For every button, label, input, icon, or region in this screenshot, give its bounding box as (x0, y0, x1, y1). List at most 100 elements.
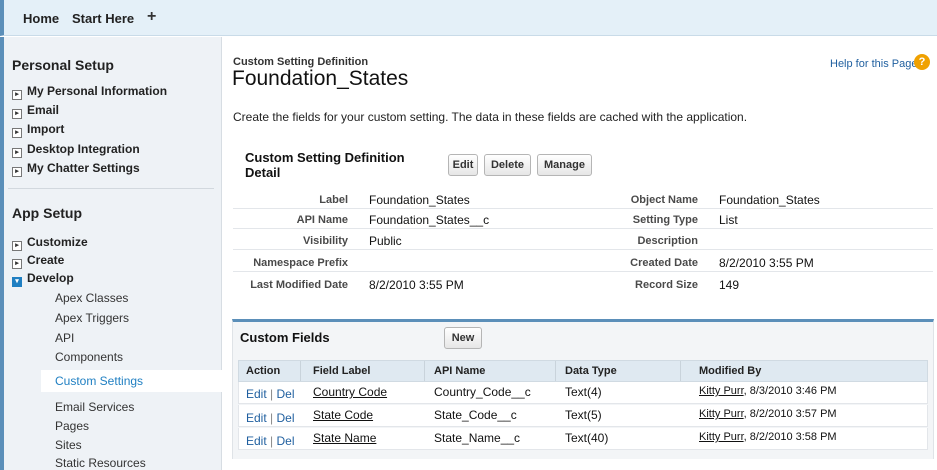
edit-button[interactable]: Edit (448, 154, 478, 176)
modified-by-cell: Kitty Purr, 8/3/2010 3:46 PM (699, 385, 837, 397)
object-name-label: Object Name (630, 194, 698, 206)
delete-link[interactable]: Del (277, 434, 295, 448)
delete-button[interactable]: Delete (484, 154, 531, 176)
edit-link[interactable]: Edit (246, 434, 267, 448)
expand-icon[interactable]: ▸ (12, 167, 22, 177)
sidebar-item-create[interactable]: ▸ Create (12, 253, 64, 269)
collapse-icon[interactable]: ▾ (12, 277, 22, 287)
column-header-action: Action (246, 365, 281, 377)
manage-button[interactable]: Manage (537, 154, 592, 176)
api-name-value: Foundation_States__c (369, 213, 490, 227)
row-divider (233, 228, 933, 229)
modified-by-cell: Kitty Purr, 8/2/2010 3:58 PM (699, 431, 837, 443)
object-name-value: Foundation_States (719, 193, 820, 207)
label-field-value: Foundation_States (369, 193, 470, 207)
sidebar-item-develop[interactable]: ▾ Develop (12, 271, 74, 287)
action-separator: | (270, 387, 274, 401)
column-header-modified-by[interactable]: Modified By (699, 365, 761, 377)
api-name-cell: State_Code__c (434, 408, 517, 422)
expand-icon[interactable]: ▸ (12, 109, 22, 119)
created-date-label: Created Date (630, 257, 698, 269)
expand-icon[interactable]: ▸ (12, 241, 22, 251)
visibility-label: Visibility (302, 235, 348, 247)
data-type-cell: Text(5) (565, 408, 602, 422)
field-label-link[interactable]: State Code (313, 408, 373, 422)
help-link[interactable]: Help for this Page (830, 58, 917, 70)
row-actions: Edit | Del (246, 387, 295, 401)
sidebar-item-customize[interactable]: ▸ Customize (12, 235, 88, 251)
sidebar-subitem-sites[interactable]: Sites (55, 438, 82, 452)
description-label: Description (637, 235, 698, 247)
setting-type-value: List (719, 213, 738, 227)
api-name-cell: Country_Code__c (434, 385, 531, 399)
sidebar-subitem-apex-triggers[interactable]: Apex Triggers (55, 311, 129, 325)
tab-home[interactable]: Home (23, 11, 59, 26)
top-nav-bar: Home Start Here + (0, 0, 937, 36)
column-divider (680, 361, 681, 381)
data-type-cell: Text(40) (565, 431, 609, 445)
add-tab-icon[interactable]: + (147, 8, 156, 26)
sidebar-subitem-pages[interactable]: Pages (55, 419, 89, 433)
sidebar-item-my-chatter-settings[interactable]: ▸ My Chatter Settings (12, 161, 140, 177)
column-header-data-type[interactable]: Data Type (565, 365, 617, 377)
action-separator: | (270, 434, 274, 448)
created-date-value: 8/2/2010 3:55 PM (719, 256, 814, 270)
delete-link[interactable]: Del (277, 387, 295, 401)
page-title: Foundation_States (232, 67, 409, 90)
modified-by-cell: Kitty Purr, 8/2/2010 3:57 PM (699, 408, 837, 420)
modified-date: , 8/2/2010 3:57 PM (743, 408, 837, 420)
row-actions: Edit | Del (246, 434, 295, 448)
action-separator: | (270, 411, 274, 425)
sidebar-subitem-static-resources[interactable]: Static Resources (55, 456, 146, 470)
label-field-label: Label (319, 194, 348, 206)
last-modified-value: 8/2/2010 3:55 PM (369, 278, 464, 292)
user-link[interactable]: Kitty Purr (699, 385, 744, 397)
expand-icon[interactable]: ▸ (12, 128, 22, 138)
field-label-link[interactable]: State Name (313, 431, 376, 445)
sidebar-subitem-api[interactable]: API (55, 331, 74, 345)
help-icon[interactable]: ? (914, 54, 930, 70)
user-link[interactable]: Kitty Purr (699, 431, 744, 443)
sidebar-item-import[interactable]: ▸ Import (12, 122, 64, 138)
namespace-prefix-label: Namespace Prefix (253, 257, 348, 269)
sidebar-divider (8, 188, 214, 189)
api-name-cell: State_Name__c (434, 431, 521, 445)
sidebar-item-email[interactable]: ▸ Email (12, 103, 59, 119)
row-divider (233, 271, 933, 272)
sidebar-subitem-custom-settings[interactable]: Custom Settings (41, 370, 222, 392)
record-size-value: 149 (719, 278, 740, 292)
column-header-field-label[interactable]: Field Label (313, 365, 370, 377)
field-label-link[interactable]: Country Code (313, 385, 387, 399)
expand-icon[interactable]: ▸ (12, 259, 22, 269)
selected-item-label: Custom Settings (55, 374, 144, 388)
custom-fields-title: Custom Fields (240, 330, 330, 345)
user-link[interactable]: Kitty Purr (699, 408, 744, 420)
detail-section-title: Custom Setting Definition Detail (245, 150, 405, 180)
setting-type-label: Setting Type (632, 214, 698, 226)
api-name-label: API Name (296, 214, 348, 226)
visibility-value: Public (369, 234, 402, 248)
app-setup-heading: App Setup (12, 205, 82, 221)
expand-icon[interactable]: ▸ (12, 148, 22, 158)
row-actions: Edit | Del (246, 411, 295, 425)
delete-link[interactable]: Del (277, 411, 295, 425)
column-divider (424, 361, 425, 381)
personal-setup-heading: Personal Setup (12, 57, 114, 73)
row-divider (233, 208, 933, 209)
column-divider (300, 361, 301, 381)
data-type-cell: Text(4) (565, 385, 602, 399)
tab-start-here[interactable]: Start Here (72, 11, 134, 26)
column-header-api-name[interactable]: API Name (434, 365, 485, 377)
modified-date: , 8/3/2010 3:46 PM (743, 385, 837, 397)
modified-date: , 8/2/2010 3:58 PM (743, 431, 837, 443)
new-field-button[interactable]: New (444, 327, 482, 349)
sidebar-item-desktop-integration[interactable]: ▸ Desktop Integration (12, 142, 140, 158)
sidebar-subitem-email-services[interactable]: Email Services (55, 400, 134, 414)
sidebar-subitem-apex-classes[interactable]: Apex Classes (55, 291, 128, 305)
sidebar-subitem-components[interactable]: Components (55, 350, 123, 364)
record-size-label: Record Size (635, 279, 698, 291)
sidebar-item-my-personal-information[interactable]: ▸ My Personal Information (12, 84, 167, 100)
edit-link[interactable]: Edit (246, 387, 267, 401)
edit-link[interactable]: Edit (246, 411, 267, 425)
expand-icon[interactable]: ▸ (12, 90, 22, 100)
